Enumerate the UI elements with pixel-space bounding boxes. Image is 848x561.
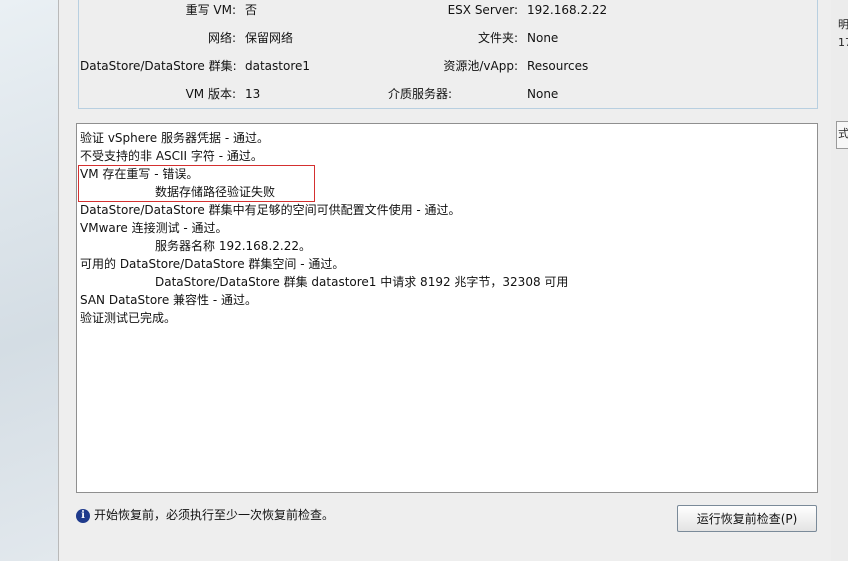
adjacent-window-edge [831,0,848,561]
folder-label: 文件夹: [477,31,518,45]
network-value: 保留网络 [245,31,294,45]
log-line: VMware 连接测试 - 通过。 [80,221,228,235]
log-line: 可用的 DataStore/DataStore 群集空间 - 通过。 [80,257,345,271]
log-line-error-detail: 数据存储路径验证失败 [155,185,276,199]
media-server-label: 介质服务器: [387,87,452,101]
log-line: DataStore/DataStore 群集中有足够的空间可供配置文件使用 - … [80,203,461,217]
datastore-cluster-value: datastore1 [245,59,311,73]
datastore-cluster-label: DataStore/DataStore 群集: [80,59,237,73]
adjacent-window-text: 式 [838,127,848,140]
adjacent-window-text: 明 [838,18,848,31]
vm-version-value: 13 [245,87,261,101]
log-line: 验证测试已完成。 [80,311,177,325]
log-line: 不受支持的非 ASCII 字符 - 通过。 [80,149,263,163]
info-note-text: 开始恢复前，必须执行至少一次恢复前检查。 [94,508,335,522]
precheck-info-note: i 开始恢复前，必须执行至少一次恢复前检查。 [76,506,334,524]
esx-server-label: ESX Server: [447,3,518,17]
background-strip [0,0,58,561]
info-icon: i [76,508,90,523]
log-line-error: VM 存在重写 - 错误。 [80,167,199,181]
log-line: 验证 vSphere 服务器凭据 - 通过。 [80,131,269,145]
network-label: 网络: [207,31,236,45]
esx-server-value: 192.168.2.22 [527,3,608,17]
run-precheck-button[interactable]: 运行恢复前检查(P) [677,505,817,532]
folder-value: None [527,31,559,45]
resource-pool-value: Resources [527,59,589,73]
overwrite-vm-label: 重写 VM: [185,3,236,17]
resource-pool-label: 资源池/vApp: [443,59,518,73]
overwrite-vm-value: 否 [245,3,258,17]
vm-version-label: VM 版本: [185,87,236,101]
precheck-results-log[interactable]: 验证 vSphere 服务器凭据 - 通过。 不受支持的非 ASCII 字符 -… [76,123,818,493]
log-line-detail: 服务器名称 192.168.2.22。 [155,239,311,253]
log-line-detail: DataStore/DataStore 群集 datastore1 中请求 81… [155,275,569,289]
log-line: SAN DataStore 兼容性 - 通过。 [80,293,257,307]
adjacent-window-text: 17 [838,36,848,49]
media-server-value: None [527,87,559,101]
